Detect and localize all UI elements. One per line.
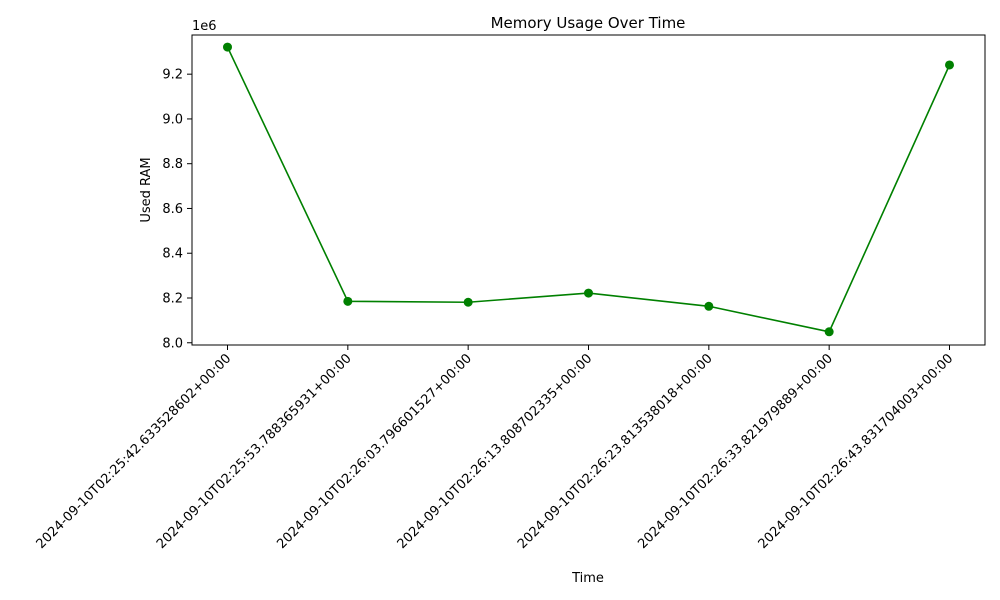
data-point: [343, 296, 353, 306]
y-tick-label: 9.2: [162, 68, 183, 83]
y-axis-label: Used RAM: [139, 157, 154, 222]
chart-title: Memory Usage Over Time: [491, 14, 686, 32]
y-tick-label: 8.8: [162, 157, 183, 172]
data-point: [223, 42, 232, 52]
y-tick-label: 8.6: [162, 202, 183, 217]
y-tick-label: 8.4: [162, 247, 183, 262]
chart: Memory Usage Over Time 1e6 Time Used RAM…: [0, 0, 1000, 600]
data-point: [704, 301, 714, 311]
data-point: [945, 60, 954, 70]
y-tick-label: 9.0: [162, 112, 183, 127]
data-point: [584, 288, 593, 298]
y-tick-label: 8.0: [162, 336, 183, 351]
data-point: [824, 327, 834, 337]
y-offset-label: 1e6: [192, 19, 217, 34]
data-point: [463, 297, 473, 307]
x-axis-label: Time: [571, 571, 604, 586]
y-tick-label: 8.2: [162, 291, 183, 306]
